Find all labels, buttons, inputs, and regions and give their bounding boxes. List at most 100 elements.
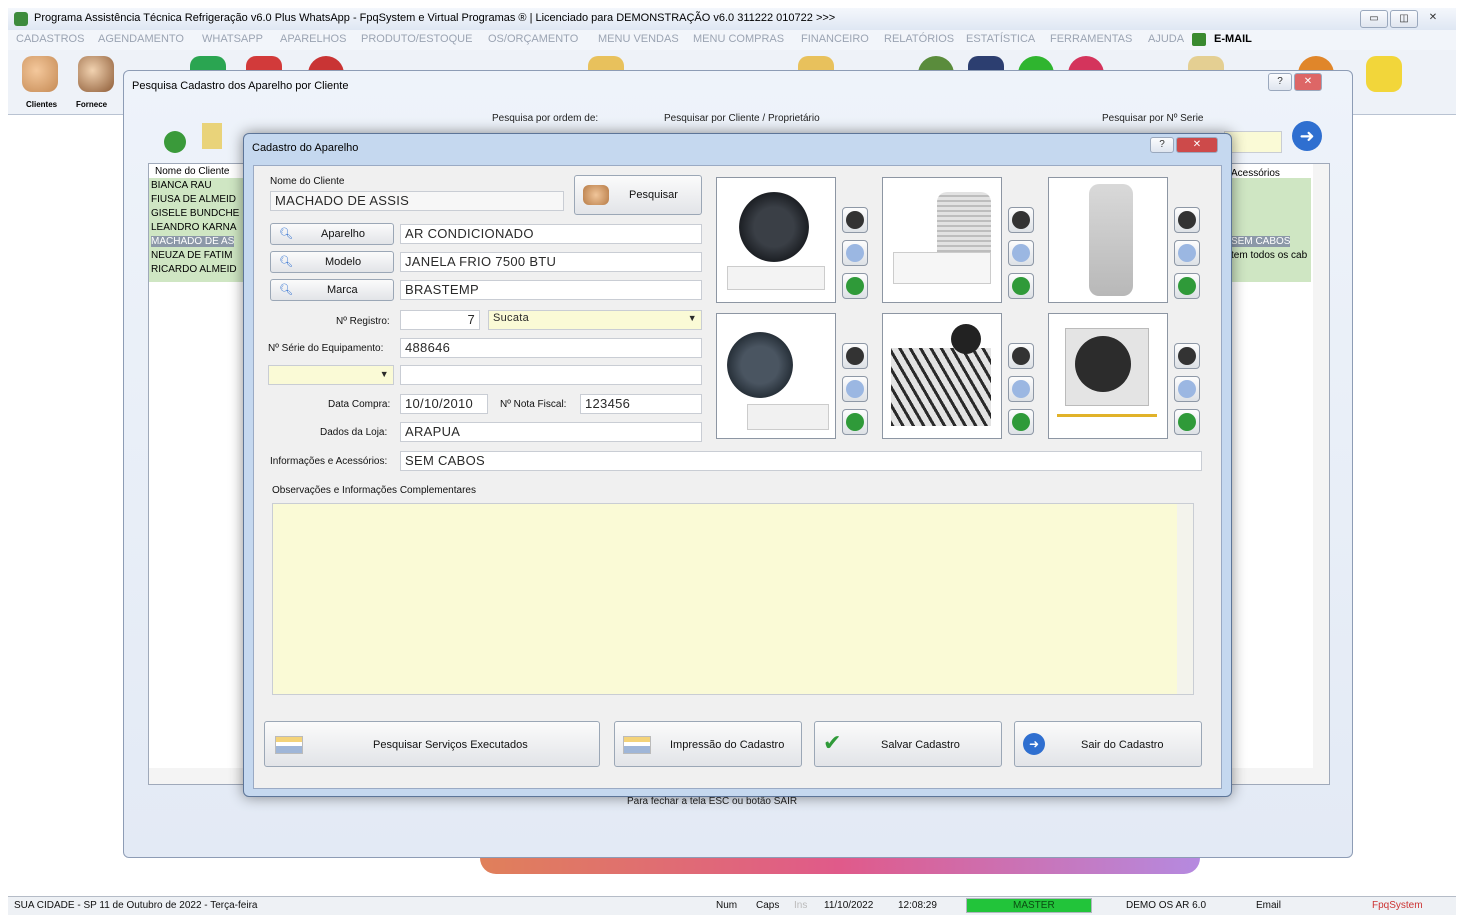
marca-button[interactable]: 🔍︎ Marca	[270, 279, 394, 301]
edit-icon[interactable]	[202, 123, 222, 149]
email-status[interactable]: Email	[1256, 900, 1281, 911]
status-select[interactable]: Sucata ▼	[488, 310, 702, 330]
status-bar: SUA CIDADE - SP 11 de Outubro de 2022 - …	[8, 896, 1456, 915]
menu-ferramentas[interactable]: FERRAMENTAS	[1050, 33, 1132, 45]
extra-select[interactable]: ▼	[268, 365, 394, 385]
menu-vendas[interactable]: MENU VENDAS	[598, 33, 679, 45]
data-compra-field[interactable]: 10/10/2010	[400, 394, 488, 414]
list-item[interactable]: RICARDO ALMEID	[151, 264, 237, 275]
camera-button-4[interactable]	[842, 343, 868, 369]
go-arrow-icon[interactable]: ➜	[1292, 121, 1322, 151]
salvar-button[interactable]: ✔ Salvar Cadastro	[814, 721, 1002, 767]
aparelho-field[interactable]: AR CONDICIONADO	[400, 224, 702, 244]
list-acessorios-selected: SEM CABOS	[1231, 236, 1291, 247]
search-help-button[interactable]: ?	[1268, 73, 1292, 91]
modelo-button[interactable]: 🔍︎ Modelo	[270, 251, 394, 273]
client-label: Nome do Cliente	[270, 176, 345, 187]
add-photo-button-6[interactable]	[1174, 409, 1200, 435]
list-item[interactable]: NEUZA DE FATIM	[151, 250, 233, 261]
obs-textarea[interactable]	[272, 503, 1194, 695]
brand-label: FpqSystem	[1372, 900, 1423, 911]
close-button[interactable]: ✕	[1420, 10, 1446, 26]
menu-produto-estoque[interactable]: PRODUTO/ESTOQUE	[361, 33, 472, 45]
modelo-field[interactable]: JANELA FRIO 7500 BTU	[400, 252, 702, 272]
photo-slot-4[interactable]	[716, 313, 836, 439]
zoom-button-5[interactable]	[1008, 376, 1034, 402]
camera-button-3[interactable]	[1174, 207, 1200, 233]
info-field[interactable]: SEM CABOS	[400, 451, 1202, 471]
search-client-button[interactable]: Pesquisar	[574, 175, 702, 215]
extra-field[interactable]	[400, 365, 702, 385]
remote-control-photo	[1089, 184, 1133, 296]
serial-search-input[interactable]	[1224, 131, 1282, 153]
fornecedores-icon[interactable]	[78, 56, 114, 92]
marca-field[interactable]: BRASTEMP	[400, 280, 702, 300]
pesquisar-servicos-button[interactable]: Pesquisar Serviços Executados	[264, 721, 600, 767]
menu-aparelhos[interactable]: APARELHOS	[280, 33, 346, 45]
photo-slot-2[interactable]	[882, 177, 1002, 303]
photo-slot-3[interactable]	[1048, 177, 1168, 303]
ac-photo-outdoor	[739, 192, 809, 262]
magnifier-icon	[846, 244, 864, 262]
toolbar-label-fornece: Fornece	[76, 100, 108, 109]
photo-slot-1[interactable]	[716, 177, 836, 303]
add-photo-button-5[interactable]	[1008, 409, 1034, 435]
magnifier-icon: 🔍︎	[279, 228, 293, 240]
camera-button-5[interactable]	[1008, 343, 1034, 369]
aparelho-button[interactable]: 🔍︎ Aparelho	[270, 223, 394, 245]
zoom-button-4[interactable]	[842, 376, 868, 402]
zoom-button-1[interactable]	[842, 240, 868, 266]
minimize-button[interactable]: ▭	[1360, 10, 1388, 28]
impressao-button[interactable]: Impressão do Cadastro	[614, 721, 802, 767]
add-icon	[1178, 277, 1196, 295]
zoom-button-2[interactable]	[1008, 240, 1034, 266]
vertical-scrollbar[interactable]	[1313, 164, 1329, 784]
list-item-selected[interactable]: MACHADO DE AS	[151, 236, 235, 247]
menu-os-orcamento[interactable]: OS/ORÇAMENTO	[488, 33, 578, 45]
data-compra-label: Data Compra:	[328, 399, 391, 410]
list-item[interactable]: LEANDRO KARNA	[151, 222, 237, 233]
camera-button-1[interactable]	[842, 207, 868, 233]
menu-relatorios[interactable]: RELATÓRIOS	[884, 33, 954, 45]
obs-scrollbar[interactable]	[1177, 504, 1193, 694]
dialog-help-button[interactable]: ?	[1150, 137, 1174, 153]
zoom-button-3[interactable]	[1174, 240, 1200, 266]
serie-field[interactable]: 488646	[400, 338, 702, 358]
registro-field[interactable]: 7	[400, 310, 480, 330]
menu-compras[interactable]: MENU COMPRAS	[693, 33, 784, 45]
photo-slot-6[interactable]	[1048, 313, 1168, 439]
exit-icon[interactable]	[1366, 56, 1402, 92]
add-photo-button-1[interactable]	[842, 273, 868, 299]
ac-photo-outdoor	[727, 332, 793, 398]
menu-ajuda[interactable]: AJUDA	[1148, 33, 1184, 45]
sair-button[interactable]: ➜ Sair do Cadastro	[1014, 721, 1202, 767]
menu-financeiro[interactable]: FINANCEIRO	[801, 33, 869, 45]
client-field[interactable]: MACHADO DE ASSIS	[270, 191, 564, 211]
menu-whatsapp[interactable]: WHATSAPP	[202, 33, 263, 45]
clientes-icon[interactable]	[22, 56, 58, 92]
add-photo-button-2[interactable]	[1008, 273, 1034, 299]
add-photo-button-4[interactable]	[842, 409, 868, 435]
search-close-button[interactable]: ✕	[1294, 73, 1322, 91]
camera-icon	[1012, 347, 1030, 365]
magnifier-icon	[846, 380, 864, 398]
nota-fiscal-field[interactable]: 123456	[580, 394, 702, 414]
menu-estatistica[interactable]: ESTATÍSTICA	[966, 33, 1035, 45]
camera-icon	[1178, 211, 1196, 229]
maximize-button[interactable]: ◫	[1390, 10, 1418, 28]
loja-field[interactable]: ARAPUA	[400, 422, 702, 442]
photo-slot-5[interactable]	[882, 313, 1002, 439]
menu-agendamento[interactable]: AGENDAMENTO	[98, 33, 184, 45]
list-item[interactable]: FIUSA DE ALMEID	[151, 194, 236, 205]
menu-cadastros[interactable]: CADASTROS	[16, 33, 84, 45]
add-icon	[1178, 413, 1196, 431]
add-icon[interactable]	[164, 131, 186, 153]
dialog-close-button[interactable]: ✕	[1176, 137, 1218, 153]
zoom-button-6[interactable]	[1174, 376, 1200, 402]
camera-button-6[interactable]	[1174, 343, 1200, 369]
list-item[interactable]: GISELE BUNDCHE	[151, 208, 239, 219]
menu-email[interactable]: E-MAIL	[1214, 33, 1252, 45]
add-photo-button-3[interactable]	[1174, 273, 1200, 299]
list-item[interactable]: BIANCA RAU	[151, 180, 212, 191]
camera-button-2[interactable]	[1008, 207, 1034, 233]
